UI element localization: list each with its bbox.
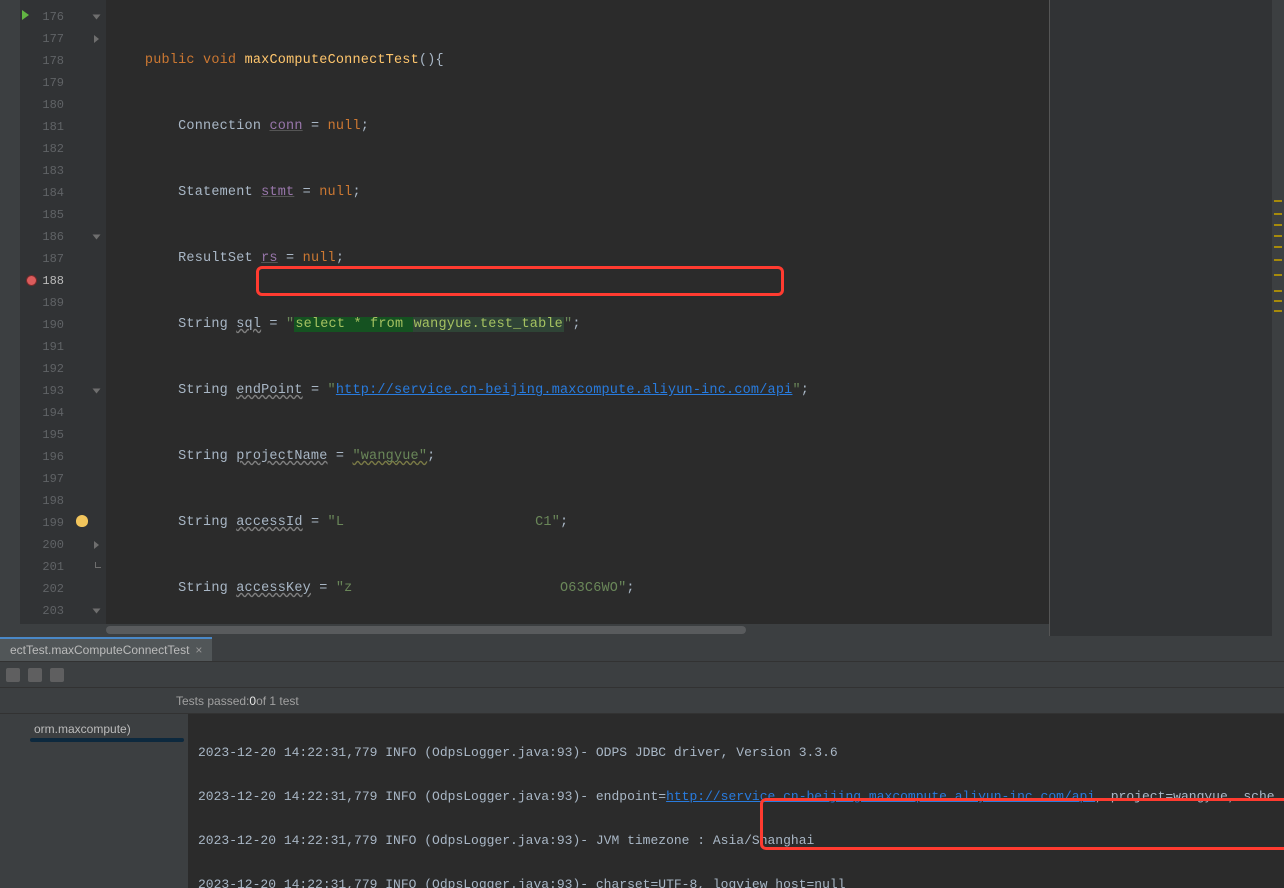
splitter[interactable] [1049, 0, 1050, 624]
breakpoint-icon[interactable] [26, 275, 37, 286]
tests-total-label: of 1 test [256, 694, 299, 708]
secondary-editor-pane[interactable] [1050, 0, 1284, 624]
tab-label: ectTest.maxComputeConnectTest [10, 643, 189, 657]
fold-toggle-icon[interactable] [94, 541, 99, 549]
console-output[interactable]: 2023-12-20 14:22:31,779 INFO (OdpsLogger… [188, 714, 1284, 888]
close-icon[interactable]: × [195, 643, 202, 657]
run-tabs: ectTest.maxComputeConnectTest × [0, 636, 1284, 662]
tests-passed-count: 0 [249, 694, 256, 708]
annotation-highlight-box [256, 266, 784, 296]
line-number: 201 [42, 560, 64, 574]
fold-toggle-icon[interactable] [93, 235, 101, 240]
line-number: 186 [42, 230, 64, 244]
line-number: 178 [42, 54, 64, 68]
fold-toggle-icon[interactable] [94, 35, 99, 43]
intention-bulb-icon[interactable] [76, 515, 88, 527]
run-toolbar [0, 662, 1284, 688]
line-number: 195 [42, 428, 64, 442]
log-line: 2023-12-20 14:22:31,779 INFO (OdpsLogger… [198, 874, 1274, 888]
line-number-gutter[interactable]: 176 177 178 179 180 181 182 183 184 185 … [20, 0, 74, 624]
collapse-all-icon[interactable] [50, 668, 64, 682]
line-number: 203 [42, 604, 64, 618]
scrollbar-thumb[interactable] [106, 626, 746, 634]
line-number: 189 [42, 296, 64, 310]
line-number: 190 [42, 318, 64, 332]
project-tool-strip[interactable] [0, 0, 20, 636]
log-line: 2023-12-20 14:22:31,779 INFO (OdpsLogger… [198, 830, 1274, 852]
filter-icon[interactable] [6, 668, 20, 682]
line-number: 182 [42, 142, 64, 156]
line-number: 192 [42, 362, 64, 376]
tree-node[interactable]: orm.maxcompute) [30, 720, 184, 738]
run-tool-window: ectTest.maxComputeConnectTest × Tests pa… [0, 636, 1284, 888]
gutter-icons-column [74, 0, 92, 624]
line-number: 176 [42, 10, 64, 24]
fold-toggle-icon[interactable] [93, 389, 101, 394]
line-number: 188 [42, 274, 64, 288]
run-gutter-icon[interactable] [22, 10, 29, 20]
line-number: 197 [42, 472, 64, 486]
fold-toggle-icon[interactable] [93, 15, 101, 20]
line-number: 196 [42, 450, 64, 464]
line-number: 194 [42, 406, 64, 420]
line-number: 184 [42, 186, 64, 200]
test-status-bar: Tests passed: 0 of 1 test [0, 688, 1284, 714]
test-tree[interactable]: orm.maxcompute) [26, 714, 188, 888]
line-number: 185 [42, 208, 64, 222]
tree-node-selected[interactable] [30, 738, 184, 742]
line-number: 180 [42, 98, 64, 112]
line-number: 191 [42, 340, 64, 354]
error-stripe[interactable] [1272, 0, 1284, 624]
fold-end-icon[interactable] [95, 562, 101, 568]
line-number: 193 [42, 384, 64, 398]
line-number: 183 [42, 164, 64, 178]
line-number: 202 [42, 582, 64, 596]
line-number: 200 [42, 538, 64, 552]
log-line: 2023-12-20 14:22:31,779 INFO (OdpsLogger… [198, 742, 1274, 764]
run-tab-active[interactable]: ectTest.maxComputeConnectTest × [0, 637, 212, 661]
line-number: 181 [42, 120, 64, 134]
line-number: 187 [42, 252, 64, 266]
tests-passed-label: Tests passed: [176, 694, 249, 708]
fold-column[interactable] [92, 0, 106, 624]
fold-toggle-icon[interactable] [93, 609, 101, 614]
line-number: 199 [42, 516, 64, 530]
run-left-toolbar[interactable] [0, 714, 26, 888]
log-line: 2023-12-20 14:22:31,779 INFO (OdpsLogger… [198, 786, 1274, 808]
line-number: 198 [42, 494, 64, 508]
line-number: 179 [42, 76, 64, 90]
line-number: 177 [42, 32, 64, 46]
expand-all-icon[interactable] [28, 668, 42, 682]
